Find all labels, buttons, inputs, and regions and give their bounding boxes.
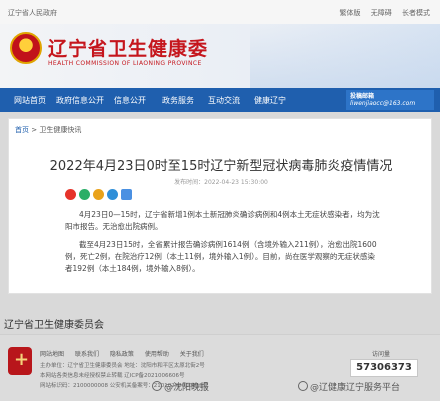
watermark-right-text: @辽健康辽宁服务平台 — [310, 383, 401, 393]
main-nav: 网站首页 政府信息公开 信息公开 政务服务 互动交流 健康辽宁 投稿邮箱 liw… — [0, 88, 440, 112]
breadcrumb-separator: > — [31, 126, 38, 134]
paragraph-1-line-2: 阳市报告。无治愈出院病例。 — [65, 222, 163, 231]
watermark-left-text: @沈阳晚报 — [164, 383, 210, 393]
topbar-links: 繁体版 无障碍 长者模式 — [332, 8, 430, 18]
nav-gov-info[interactable]: 政府信息公开 — [56, 95, 104, 106]
breadcrumb-home[interactable]: 首页 — [15, 126, 29, 134]
qq-icon[interactable] — [107, 189, 118, 200]
footer-links: 网站地图 联系我们 隐私政策 使用帮助 关于我们 — [40, 349, 213, 358]
nav-healthy-liaoning[interactable]: 健康辽宁 — [254, 95, 286, 106]
footer-line-1: 主办单位：辽宁省卫生健康委员会 地址：沈阳市和平区太原北街2号 — [40, 363, 205, 369]
footer-link-sitemap[interactable]: 网站地图 — [40, 351, 64, 358]
submission-mailbox[interactable]: 投稿邮箱 liwenjiaocc@163.com — [346, 90, 434, 110]
wechat-icon[interactable] — [79, 189, 90, 200]
site-header: 辽宁省卫生健康委 HEALTH COMMISSION OF LIAONING P… — [0, 24, 440, 88]
mailbox-title: 投稿邮箱 — [350, 93, 375, 100]
breadcrumb-current[interactable]: 卫生健康快讯 — [39, 126, 81, 134]
province-gov-link[interactable]: 辽宁省人民政府 — [8, 8, 57, 18]
weibo-watermark-icon — [152, 381, 162, 391]
footer-link-help[interactable]: 使用帮助 — [145, 351, 169, 358]
breadcrumb: 首页 > 卫生健康快讯 — [15, 125, 81, 135]
site-title[interactable]: 辽宁省卫生健康委 — [48, 34, 208, 61]
nav-services[interactable]: 政务服务 — [162, 95, 194, 106]
watermark-right: @辽健康辽宁服务平台 — [298, 380, 400, 393]
nav-info-public[interactable]: 信息公开 — [114, 95, 146, 106]
footer-org-title: 辽宁省卫生健康委员会 — [4, 320, 104, 331]
more-share-icon[interactable] — [121, 189, 132, 200]
elder-mode-link[interactable]: 长者模式 — [402, 9, 430, 17]
site-subtitle: HEALTH COMMISSION OF LIAONING PROVINCE — [48, 60, 202, 67]
visits-label: 访问量 — [372, 351, 391, 358]
top-bar: 辽宁省人民政府 繁体版 无障碍 长者模式 — [0, 0, 440, 24]
paragraph-1-line-1: 4月23日0—15时，辽宁省新增1例本土新冠肺炎确诊病例和4例本土无症状感染者，… — [79, 210, 380, 219]
nav-home[interactable]: 网站首页 — [14, 95, 46, 106]
weibo-icon[interactable] — [65, 189, 76, 200]
paragraph-2-line-2: 例，死亡2例，在院治疗12例（本土11例，境外输入1例）。目前，尚在医学观察的无… — [65, 252, 375, 261]
accessibility-link[interactable]: 无障碍 — [371, 9, 392, 17]
footer-link-privacy[interactable]: 隐私政策 — [110, 351, 134, 358]
footer-line-2: 本网站各类信息未经授权禁止转载 辽ICP备2021006606号 — [40, 373, 185, 379]
commission-logo-icon — [8, 347, 32, 375]
paragraph-2-line-1: 截至4月23日15时，全省累计报告确诊病例1614例（含境外输入211例），治愈… — [79, 240, 377, 249]
weibo-watermark-icon-2 — [298, 381, 308, 391]
article-title: 2022年4月23日0时至15时辽宁新型冠状病毒肺炎疫情情况 — [49, 159, 393, 174]
publish-time: 发布时间：2022-04-23 15:30:00 — [174, 179, 268, 186]
nav-interaction[interactable]: 互动交流 — [208, 95, 240, 106]
article-panel: 首页 > 卫生健康快讯 2022年4月23日0时至15时辽宁新型冠状病毒肺炎疫情… — [8, 118, 432, 294]
footer-link-contact[interactable]: 联系我们 — [75, 351, 99, 358]
national-emblem-icon — [10, 32, 42, 64]
qzone-icon[interactable] — [93, 189, 104, 200]
mailbox-address: liwenjiaocc@163.com — [350, 100, 416, 107]
footer-link-about[interactable]: 关于我们 — [180, 351, 204, 358]
header-decoration — [250, 24, 440, 88]
watermark-left: @沈阳晚报 — [152, 380, 209, 393]
visit-counter: 57306373 — [350, 359, 418, 377]
traditional-chinese-link[interactable]: 繁体版 — [340, 9, 361, 17]
paragraph-2-line-3: 者192例（本土184例，境外输入8例）。 — [65, 264, 200, 273]
